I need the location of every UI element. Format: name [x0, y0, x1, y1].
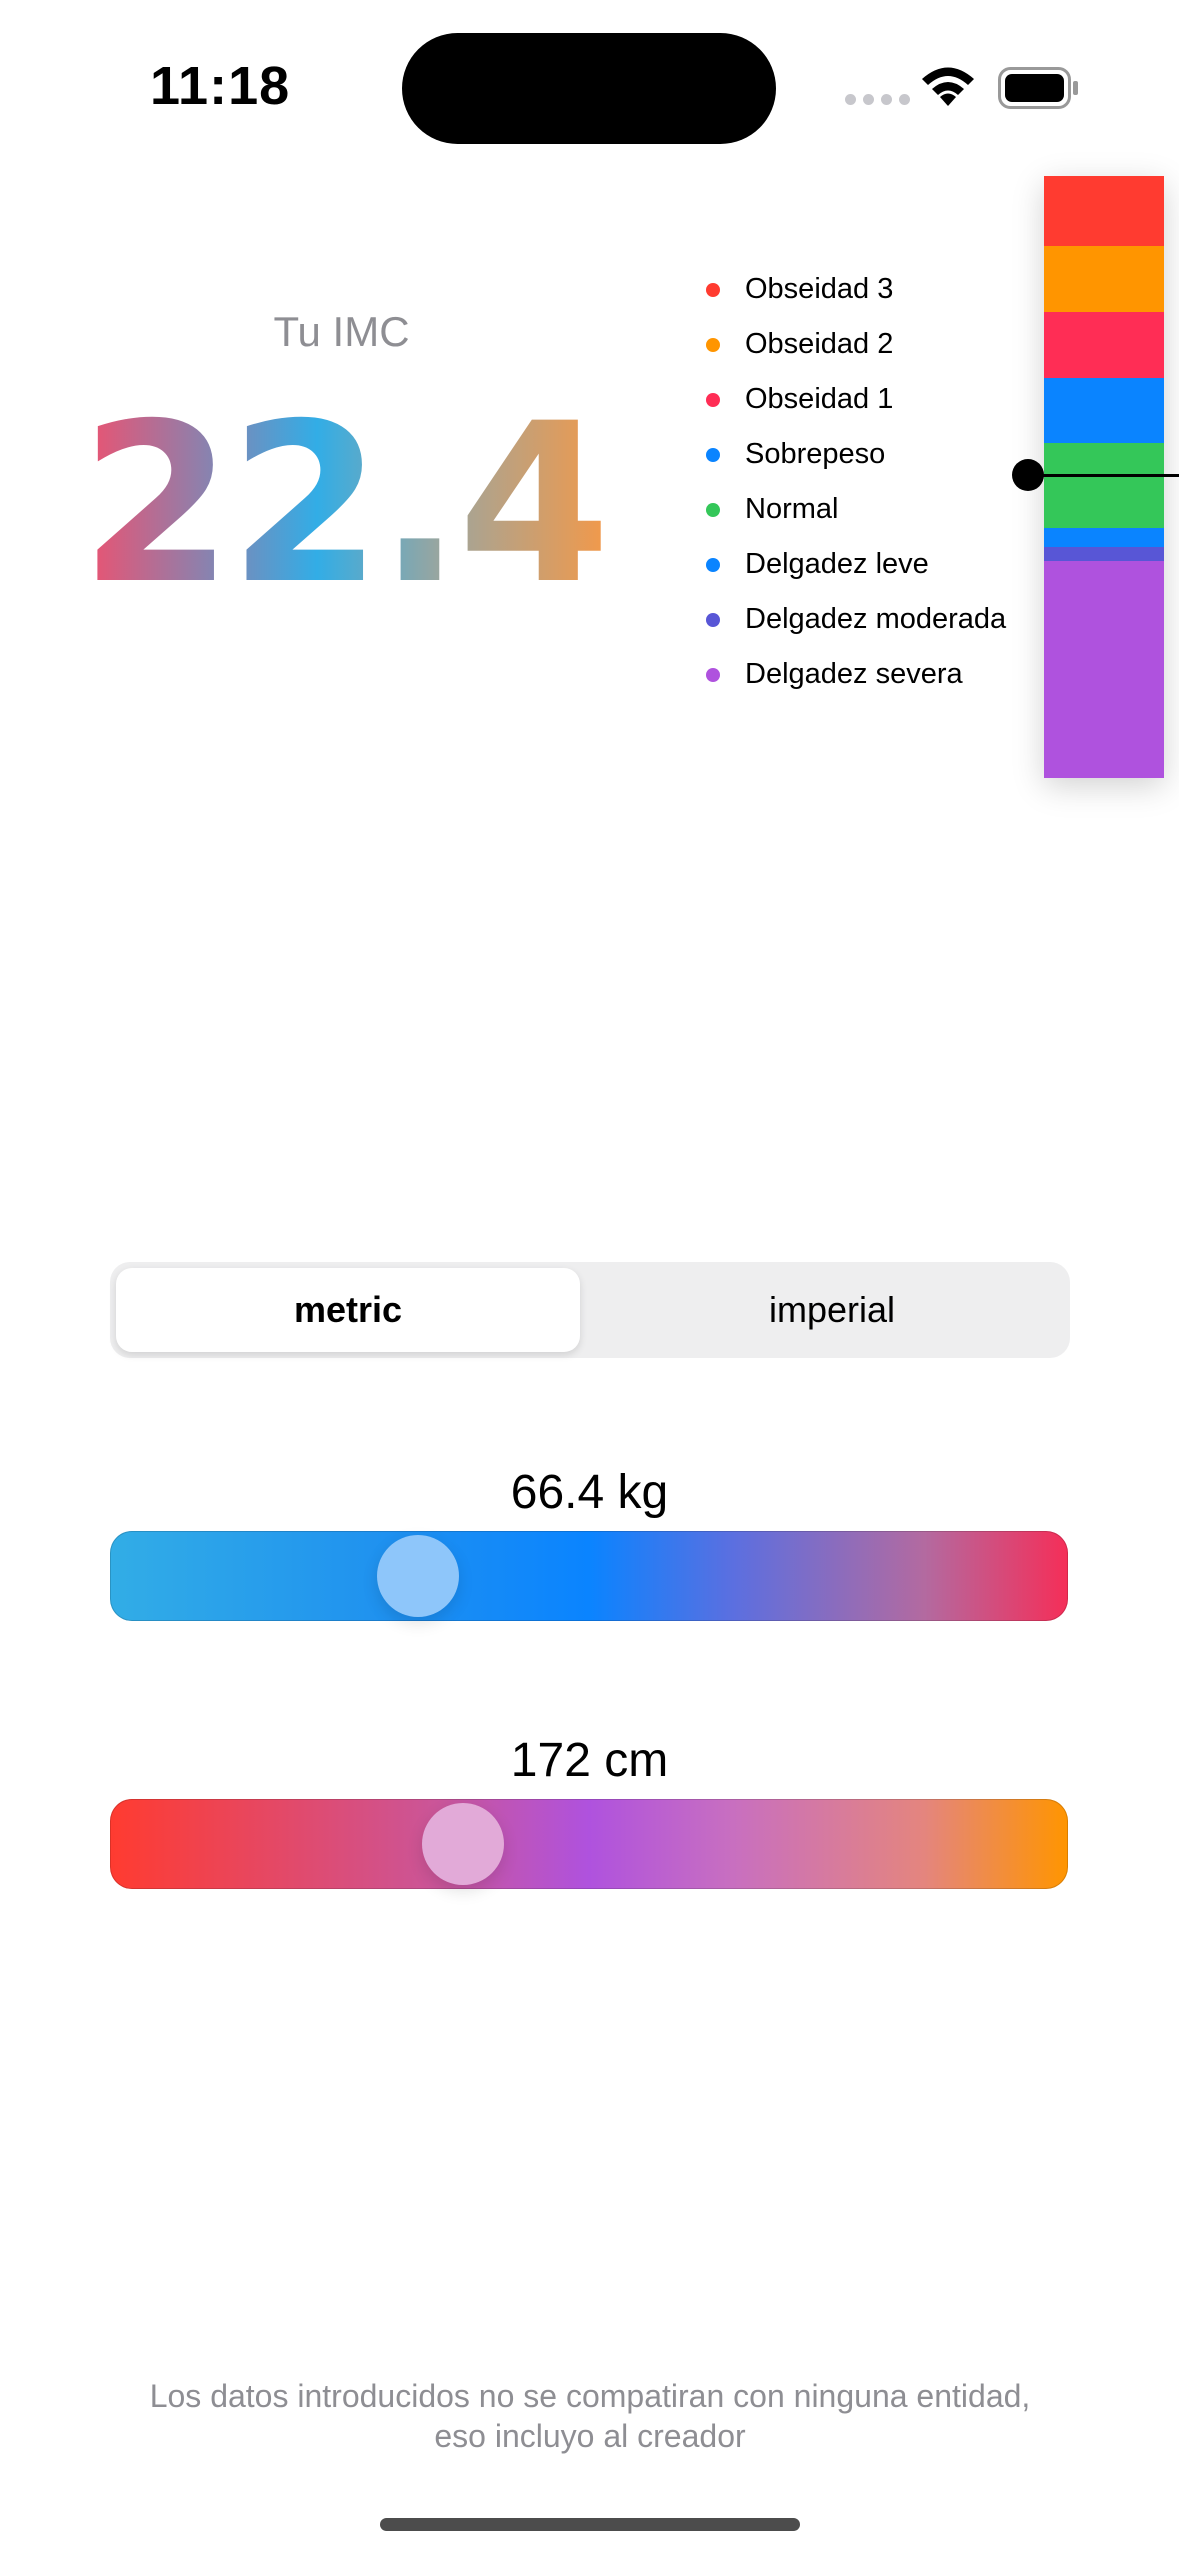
svg-text:22.4: 22.4	[80, 380, 607, 620]
weight-value-label: 66.4 kg	[510, 1466, 669, 1519]
cellular-signal-icon	[845, 94, 910, 105]
legend-label: Sobrepeso	[745, 438, 886, 470]
home-indicator[interactable]	[380, 2518, 800, 2531]
scale-segment	[1044, 528, 1164, 548]
weight-slider[interactable]	[110, 1531, 1068, 1621]
legend-dot	[706, 502, 720, 517]
scale-segment	[1044, 547, 1164, 561]
legend-label: Obseidad 2	[745, 328, 894, 360]
legend-item: Sobrepeso	[700, 427, 1006, 482]
unit-segmented-control[interactable]: metric imperial	[110, 1262, 1070, 1358]
legend-item: Obseidad 2	[700, 317, 1006, 372]
legend-label: Normal	[745, 493, 839, 525]
segment-metric[interactable]: metric	[116, 1268, 580, 1352]
scale-segment	[1044, 176, 1164, 247]
scale-segment	[1044, 443, 1164, 529]
legend-dot	[706, 557, 720, 572]
legend-label: Delgadez leve	[745, 548, 929, 580]
legend-dot	[706, 282, 720, 297]
dynamic-island	[402, 33, 776, 144]
scale-segment	[1044, 246, 1164, 313]
wifi-icon	[922, 67, 974, 106]
scale-segment	[1044, 312, 1164, 378]
bmi-marker-line	[1028, 474, 1179, 477]
legend-label: Delgadez moderada	[745, 603, 1007, 635]
legend-label: Obseidad 3	[745, 273, 894, 305]
segment-imperial[interactable]: imperial	[600, 1268, 1064, 1352]
legend-dot	[706, 612, 720, 627]
battery-icon	[998, 67, 1078, 109]
legend-item: Delgadez leve	[700, 537, 1006, 592]
legend-dot	[706, 392, 720, 407]
legend-dot	[706, 447, 720, 462]
height-value-label: 172 cm	[510, 1734, 669, 1787]
scale-segment	[1044, 560, 1164, 778]
legend-item: Delgadez severa	[700, 647, 1006, 702]
privacy-disclaimer: Los datos introducidos no se compatiran …	[149, 2378, 1031, 2454]
legend-item: Normal	[700, 482, 1006, 537]
height-slider[interactable]	[110, 1799, 1068, 1889]
legend-item: Obseidad 3	[700, 262, 1006, 317]
bmi-scale-bar	[1044, 176, 1164, 778]
bmi-marker-dot	[1012, 459, 1044, 491]
scale-segment	[1044, 377, 1164, 444]
height-slider-thumb[interactable]	[422, 1803, 504, 1885]
legend-item: Delgadez moderada	[700, 592, 1006, 647]
status-time: 11:18	[150, 56, 291, 116]
bmi-value: 22.4	[80, 380, 610, 620]
legend-dot	[706, 667, 720, 682]
bmi-legend: Obseidad 3 Obseidad 2 Obseidad 1 Sobrepeso N…	[700, 262, 1006, 702]
weight-slider-thumb[interactable]	[377, 1535, 459, 1617]
legend-label: Obseidad 1	[745, 383, 894, 415]
bmi-title: Tu IMC	[273, 308, 410, 355]
legend-dot	[706, 337, 720, 352]
legend-label: Delgadez severa	[745, 658, 963, 690]
legend-item: Obseidad 1	[700, 372, 1006, 427]
